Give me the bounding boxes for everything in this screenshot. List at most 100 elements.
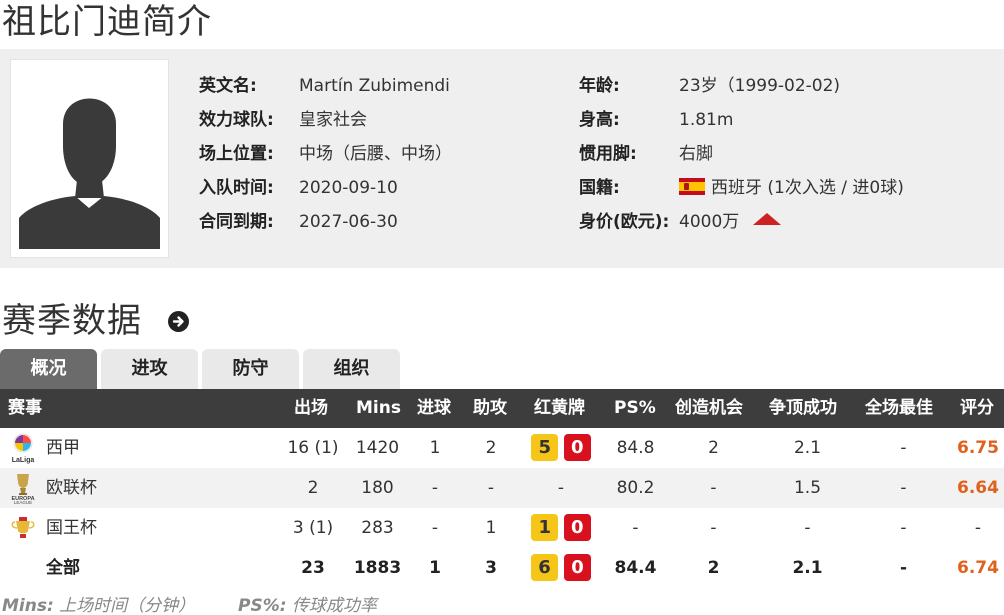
motm-cell: - — [900, 478, 907, 498]
market-value-label: 身价(欧元): — [579, 212, 670, 232]
col-mins: Mins — [356, 398, 401, 418]
total-assists: 3 — [485, 558, 497, 578]
yellow-card-badge: 5 — [531, 434, 559, 461]
total-mins: 1883 — [353, 558, 402, 578]
red-card-badge: 0 — [563, 514, 591, 541]
cards-cell: 1 0 — [528, 508, 594, 548]
total-cards: 6 0 — [528, 548, 594, 588]
chances-cell: - — [710, 478, 717, 498]
col-motm: 全场最佳 — [865, 398, 933, 418]
apps-cell: 16 (1) — [287, 438, 339, 458]
team-label: 效力球队: — [199, 110, 274, 130]
europa-league-logo-icon: EUROPA LEAGUE — [11, 474, 35, 504]
position-value: 中场（后腰、中场） — [299, 144, 452, 164]
copa-del-rey-logo-icon — [11, 517, 35, 538]
apps-cell: 3 (1) — [292, 518, 334, 538]
mins-cell: 1420 — [355, 438, 400, 458]
table-header: 赛事 出场 Mins 进球 助攻 红黄牌 PS% 创造机会 争顶成功 全场最佳 … — [0, 389, 1004, 428]
assists-cell: 1 — [485, 518, 497, 538]
mins-cell: 283 — [361, 518, 394, 538]
competition-name[interactable]: 国王杯 — [46, 508, 97, 548]
join-date-label: 入队时间: — [199, 178, 274, 198]
competition-name[interactable]: 西甲 — [46, 428, 80, 468]
competition-name[interactable]: 欧联杯 — [46, 468, 97, 508]
total-aerials: 2.1 — [792, 558, 823, 578]
preferred-foot-label: 惯用脚: — [579, 144, 637, 164]
assists-cell: - — [487, 478, 495, 498]
nationality-value: 西班牙 (1次入选 / 进0球) — [679, 176, 904, 200]
nationality-label: 国籍: — [579, 178, 620, 198]
col-rating: 评分 — [960, 398, 994, 418]
motm-cell: - — [900, 438, 907, 458]
rating-cell: 6.64 — [957, 478, 999, 498]
col-assists: 助攻 — [473, 398, 507, 418]
yellow-card-badge: 6 — [531, 554, 559, 581]
tab-overview[interactable]: 概况 — [0, 349, 97, 389]
laliga-logo-icon: LaLiga — [12, 433, 35, 464]
pass-pct-cell: 84.8 — [616, 438, 655, 458]
motm-cell: - — [900, 518, 907, 538]
yellow-card-badge: 1 — [531, 514, 559, 541]
total-rating: 6.74 — [957, 558, 999, 578]
aerials-cell: 2.1 — [793, 438, 822, 458]
contract-end-label: 合同到期: — [199, 212, 274, 232]
tab-defense[interactable]: 防守 — [202, 349, 299, 389]
mins-key: Mins: — [2, 596, 54, 615]
goals-cell: 1 — [429, 438, 441, 458]
goals-cell: - — [431, 518, 439, 538]
rating-cell: 6.75 — [957, 438, 999, 458]
table-row[interactable]: LaLiga 西甲 16 (1) 1420 1 2 5 0 84.8 2 2.1… — [0, 428, 1004, 468]
apps-cell: 2 — [307, 478, 319, 498]
english-name-label: 英文名: — [199, 76, 257, 96]
arrow-right-circle-icon[interactable] — [168, 311, 189, 332]
col-apps: 出场 — [294, 398, 328, 418]
market-value-text: 4000万 — [679, 212, 740, 232]
age-label: 年龄: — [579, 76, 620, 96]
mins-desc: 上场时间（分钟） — [59, 596, 196, 615]
total-apps: 23 — [301, 558, 325, 578]
ps-key: PS%: — [237, 596, 287, 615]
goals-cell: - — [431, 478, 439, 498]
player-profile-panel: 英文名: Martín Zubimendi 年龄: 23岁（1999-02-02… — [0, 49, 1004, 268]
svg-text:LEAGUE: LEAGUE — [14, 500, 32, 504]
table-row[interactable]: EUROPA LEAGUE 欧联杯 2 180 - - - 80.2 - 1.5… — [0, 468, 1004, 508]
col-goals: 进球 — [417, 398, 451, 418]
aerials-cell: 1.5 — [793, 478, 822, 498]
col-cards: 红黄牌 — [534, 398, 585, 418]
red-card-badge: 0 — [563, 434, 591, 461]
preferred-foot-value: 右脚 — [679, 144, 713, 164]
col-competition: 赛事 — [8, 398, 42, 418]
aerials-cell: - — [804, 518, 811, 538]
table-row[interactable]: 国王杯 3 (1) 283 - 1 1 0 - - - - - — [0, 508, 1004, 548]
pass-pct-cell: - — [632, 518, 639, 538]
cards-cell: 5 0 — [528, 428, 594, 468]
svg-text:LaLiga: LaLiga — [12, 457, 35, 464]
height-label: 身高: — [579, 110, 620, 130]
age-value: 23岁（1999-02-02) — [679, 76, 841, 96]
col-aerials: 争顶成功 — [769, 398, 837, 418]
join-date-value: 2020-09-10 — [299, 178, 398, 198]
table-total-row: 全部 23 1883 1 3 6 0 84.4 2 2.1 - 6.74 — [0, 548, 1004, 588]
chances-cell: 2 — [708, 438, 719, 458]
red-card-badge: 0 — [563, 554, 591, 581]
pass-pct-cell: 80.2 — [616, 478, 655, 498]
total-pass-pct: 84.4 — [614, 558, 657, 578]
cards-cell: - — [557, 478, 565, 498]
page-title: 祖比门迪简介 — [2, 2, 212, 42]
tab-organization[interactable]: 组织 — [303, 349, 400, 389]
tab-attack[interactable]: 进攻 — [101, 349, 198, 389]
total-goals: 1 — [429, 558, 441, 578]
market-value: 4000万 — [679, 210, 782, 234]
col-pass-pct: PS% — [614, 398, 656, 418]
english-name-value: Martín Zubimendi — [299, 76, 450, 96]
season-stats-title: 赛季数据 — [2, 301, 142, 341]
nationality-text: 西班牙 (1次入选 / 进0球) — [711, 178, 904, 198]
team-value[interactable]: 皇家社会 — [299, 108, 367, 132]
position-label: 场上位置: — [199, 144, 274, 164]
spain-flag-icon — [679, 178, 705, 195]
value-up-arrow-icon — [753, 213, 782, 225]
contract-end-value: 2027-06-30 — [299, 212, 398, 232]
total-label: 全部 — [46, 558, 80, 578]
chances-cell: - — [710, 518, 717, 538]
assists-cell: 2 — [485, 438, 497, 458]
